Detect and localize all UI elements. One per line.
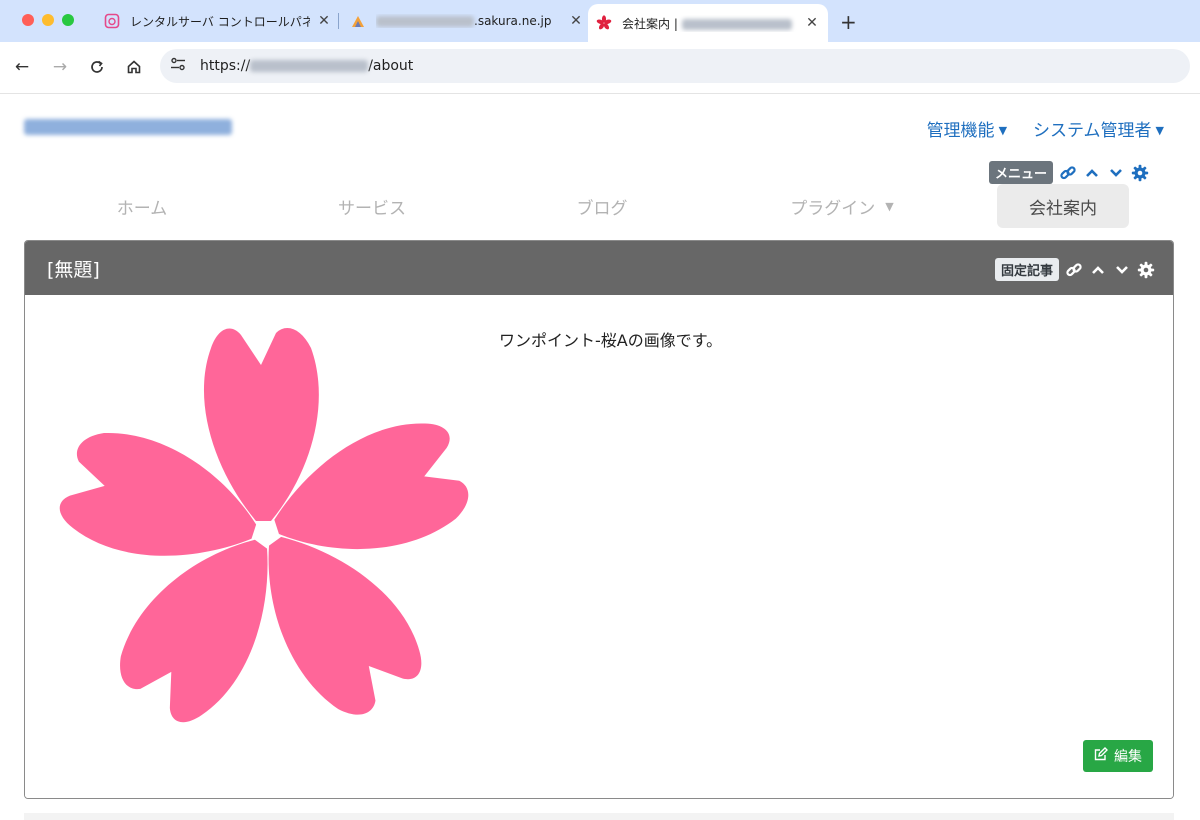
frame-plugin-badge: 固定記事 — [994, 258, 1059, 281]
tab-close-icon[interactable]: ✕ — [804, 15, 820, 31]
content-frame-header: [無題] 固定記事 — [25, 241, 1173, 295]
window-minimize-button[interactable] — [42, 14, 54, 26]
tab-title: レンタルサーバ コントロールパネ — [130, 14, 310, 29]
edit-label: 編集 — [1114, 749, 1142, 765]
menu-item-plugin[interactable]: プラグイン ▼ — [742, 184, 942, 228]
forward-arrow-icon[interactable]: → — [48, 55, 72, 79]
sakura-flower-icon — [596, 15, 612, 31]
back-arrow-icon[interactable]: ← — [10, 55, 34, 79]
chevron-up-icon[interactable] — [1089, 261, 1107, 279]
tab-close-icon[interactable]: ✕ — [316, 13, 332, 29]
user-menu-dropdown[interactable]: システム管理者 ▼ — [1033, 116, 1164, 141]
sakura-flower-image — [51, 328, 478, 725]
frame-plugin-badge: メニュー — [989, 161, 1054, 184]
edit-icon — [1094, 747, 1108, 765]
main-menu: ホーム サービス ブログ プラグイン ▼ 会社案内 — [28, 184, 1172, 230]
caret-down-icon: ▼ — [885, 199, 894, 213]
admin-menu-dropdown[interactable]: 管理機能 ▼ — [927, 116, 1007, 141]
site-logo[interactable] — [24, 116, 232, 136]
tab-close-icon[interactable]: ✕ — [568, 13, 584, 29]
url-field[interactable]: https:// /about — [160, 49, 1190, 83]
browser-tab-bar: レンタルサーバ コントロールパネ ✕ .sakura.ne.jp ✕ 会社案内 … — [0, 0, 1200, 42]
menu-frame-controls: メニュー — [989, 161, 1149, 184]
next-frame-edge — [24, 813, 1174, 820]
url-path: /about — [368, 58, 414, 74]
chevron-up-icon[interactable] — [1083, 164, 1101, 182]
browser-tab-phpmyadmin[interactable]: .sakura.ne.jp ✕ — [346, 4, 584, 38]
gear-icon[interactable] — [1137, 261, 1155, 279]
chevron-down-icon[interactable] — [1113, 261, 1131, 279]
tab-title: 会社案内 | — [622, 16, 678, 31]
browser-tab-control-panel[interactable]: レンタルサーバ コントロールパネ ✕ — [100, 4, 332, 38]
home-icon[interactable] — [122, 55, 146, 79]
gear-icon[interactable] — [1131, 164, 1149, 182]
caret-down-icon: ▼ — [1155, 124, 1164, 137]
sakura-control-panel-icon — [104, 13, 120, 29]
browser-tab-about[interactable]: 会社案内 | ✕ — [588, 4, 828, 42]
menu-item-about[interactable]: 会社案内 — [997, 184, 1129, 228]
frame-title: [無題] — [47, 258, 100, 281]
content-frame: [無題] 固定記事 ワンポイント-桜Aの画像です。 編集 — [24, 240, 1174, 799]
menu-item-home[interactable]: ホーム — [52, 184, 232, 228]
menu-item-service[interactable]: サービス — [282, 184, 462, 228]
menu-item-blog[interactable]: ブログ — [512, 184, 692, 228]
window-zoom-button[interactable] — [62, 14, 74, 26]
window-close-button[interactable] — [22, 14, 34, 26]
new-tab-icon[interactable]: + — [840, 10, 857, 34]
link-icon[interactable] — [1065, 261, 1083, 279]
content-description: ワンポイント-桜Aの画像です。 — [499, 331, 723, 350]
tab-separator — [338, 13, 339, 29]
edit-button[interactable]: 編集 — [1083, 740, 1153, 772]
reload-icon[interactable] — [85, 55, 109, 79]
caret-down-icon: ▼ — [998, 124, 1008, 137]
url-prefix: https:// — [200, 58, 251, 74]
chevron-down-icon[interactable] — [1107, 164, 1125, 182]
admin-navigation: 管理機能 ▼ システム管理者 ▼ — [927, 116, 1164, 141]
content-frame-body: ワンポイント-桜Aの画像です。 編集 — [25, 295, 1173, 798]
site-settings-icon[interactable] — [170, 57, 190, 75]
tab-title-suffix: .sakura.ne.jp — [474, 14, 552, 28]
link-icon[interactable] — [1059, 164, 1077, 182]
address-bar: ← → https:// /about — [0, 42, 1200, 94]
content-frame-controls: 固定記事 — [994, 258, 1155, 281]
phpmyadmin-icon — [350, 13, 366, 29]
